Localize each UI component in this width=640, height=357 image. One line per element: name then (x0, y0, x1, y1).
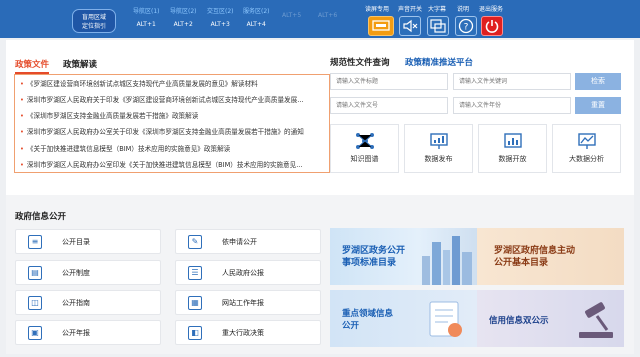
policy-item[interactable]: 《罗湖区建设营商环境创新试点城区支持现代产业高质量发展的意见》解读材料 (20, 78, 326, 90)
banner-affairs-catalog[interactable]: 罗湖区政务公开 事项标准目录 (330, 228, 477, 285)
doc-title-input[interactable] (330, 73, 448, 90)
reset-button[interactable]: 重置 (575, 97, 621, 114)
shortcut-nav-1[interactable]: 导航区(1) ALT+1 (133, 6, 160, 28)
sound-toggle-label: 声音开关 (398, 6, 423, 13)
banner-key-areas[interactable]: 重点领域信息 公开 (330, 290, 477, 347)
link-gov-gazette[interactable]: ☰ 人民政府公报 (175, 260, 321, 285)
website-report-icon: ▦ (188, 296, 202, 310)
catalog-icon: ≡ (28, 235, 42, 249)
tile-big-data-analysis[interactable]: 大数据分析 (552, 124, 621, 173)
banner-credit-info[interactable]: 信用信息双公示 (477, 290, 624, 347)
help-icon[interactable]: ? (455, 16, 477, 36)
link-website-annual-report[interactable]: ▦ 网站工作年报 (175, 290, 321, 315)
shortcut-service[interactable]: 服务区(2) ALT+4 (243, 6, 270, 28)
exit-power-icon[interactable] (481, 16, 503, 36)
screen-reader-label: 读屏专用 (365, 6, 390, 13)
tile-data-open[interactable]: 数据开放 (478, 124, 547, 173)
shortcut-interaction[interactable]: 交互区(2) ALT+3 (207, 6, 234, 28)
tab-policy-documents[interactable]: 政策文件 (15, 58, 50, 74)
sound-toggle-icon[interactable] (399, 16, 421, 36)
application-icon: ✎ (188, 235, 202, 249)
knowledge-graph-icon (355, 132, 375, 150)
banner-basic-catalog[interactable]: 罗湖区政府信息主动 公开基本目录 (477, 228, 624, 285)
svg-text:?: ? (464, 23, 469, 33)
search-button[interactable]: 检索 (575, 73, 621, 90)
policy-item[interactable]: 《深圳市罗湖区支持金融业高质量发展若干措施》政策解读 (20, 110, 326, 122)
large-caption-icon[interactable] (427, 16, 449, 36)
policy-item[interactable]: 《关于加快推进建筑信息模型（BIM）技术应用的实施意见》政策解读 (20, 143, 326, 155)
tab-policy-push-platform[interactable]: 政策精准推送平台 (405, 56, 473, 68)
link-apply-disclosure[interactable]: ✎ 依申请公开 (175, 229, 321, 254)
link-major-decisions[interactable]: ◧ 重大行政决策 (175, 320, 321, 345)
doc-keyword-input[interactable] (453, 73, 571, 90)
link-disclosure-system[interactable]: ▤ 公开制度 (15, 260, 161, 285)
big-data-icon (577, 132, 597, 150)
doc-year-input[interactable] (453, 97, 571, 114)
section-title: 政府信息公开 (15, 212, 67, 222)
policy-item[interactable]: 深圳市罗湖区人民政府办公室关于印发《深圳市罗湖区支持金融业高质量发展若干措施》的… (20, 126, 326, 138)
screen-reader-icon[interactable] (368, 16, 394, 36)
doc-number-input[interactable] (330, 97, 448, 114)
tab-policy-interpretation[interactable]: 政策解读 (63, 58, 97, 70)
city-skyline-image (422, 236, 472, 285)
shortcut-5[interactable]: ALT+5 (282, 6, 301, 19)
link-disclosure-annual-report[interactable]: ▣ 公开年报 (15, 320, 161, 345)
exit-service-label: 退出服务 (479, 6, 504, 13)
annual-report-icon: ▣ (28, 326, 42, 340)
data-open-icon (503, 132, 523, 150)
tile-knowledge-graph[interactable]: 知识图谱 (330, 124, 399, 173)
guide-icon: ◫ (28, 296, 42, 310)
tab-normative-doc-query[interactable]: 规范性文件查询 (330, 56, 390, 68)
link-public-catalog[interactable]: ≡ 公开目录 (15, 229, 161, 254)
link-disclosure-guide[interactable]: ◫ 公开指南 (15, 290, 161, 315)
gazette-icon: ☰ (188, 266, 202, 280)
system-icon: ▤ (28, 266, 42, 280)
document-illustration (429, 301, 462, 337)
policy-item[interactable]: 深圳市罗湖区人民政府关于印发《罗湖区建设营商环境创新试点城区支持现代产业高质量发… (20, 94, 326, 106)
large-caption-label: 大字幕 (428, 6, 447, 13)
decision-icon: ◧ (188, 326, 202, 340)
blind-area-guide-button[interactable]: 盲用区域 定位指引 (72, 9, 116, 33)
shortcut-nav-2[interactable]: 导航区(2) ALT+2 (170, 6, 197, 28)
shortcut-6[interactable]: ALT+6 (318, 6, 337, 19)
gavel-illustration (579, 302, 613, 338)
help-label: 说明 (457, 6, 470, 13)
data-release-icon (429, 132, 449, 150)
tile-data-release[interactable]: 数据发布 (404, 124, 473, 173)
policy-item[interactable]: 深圳市罗湖区人民政府办公室印发《关于加快推进建筑信息模型（BIM）技术应用的实施… (20, 159, 326, 171)
